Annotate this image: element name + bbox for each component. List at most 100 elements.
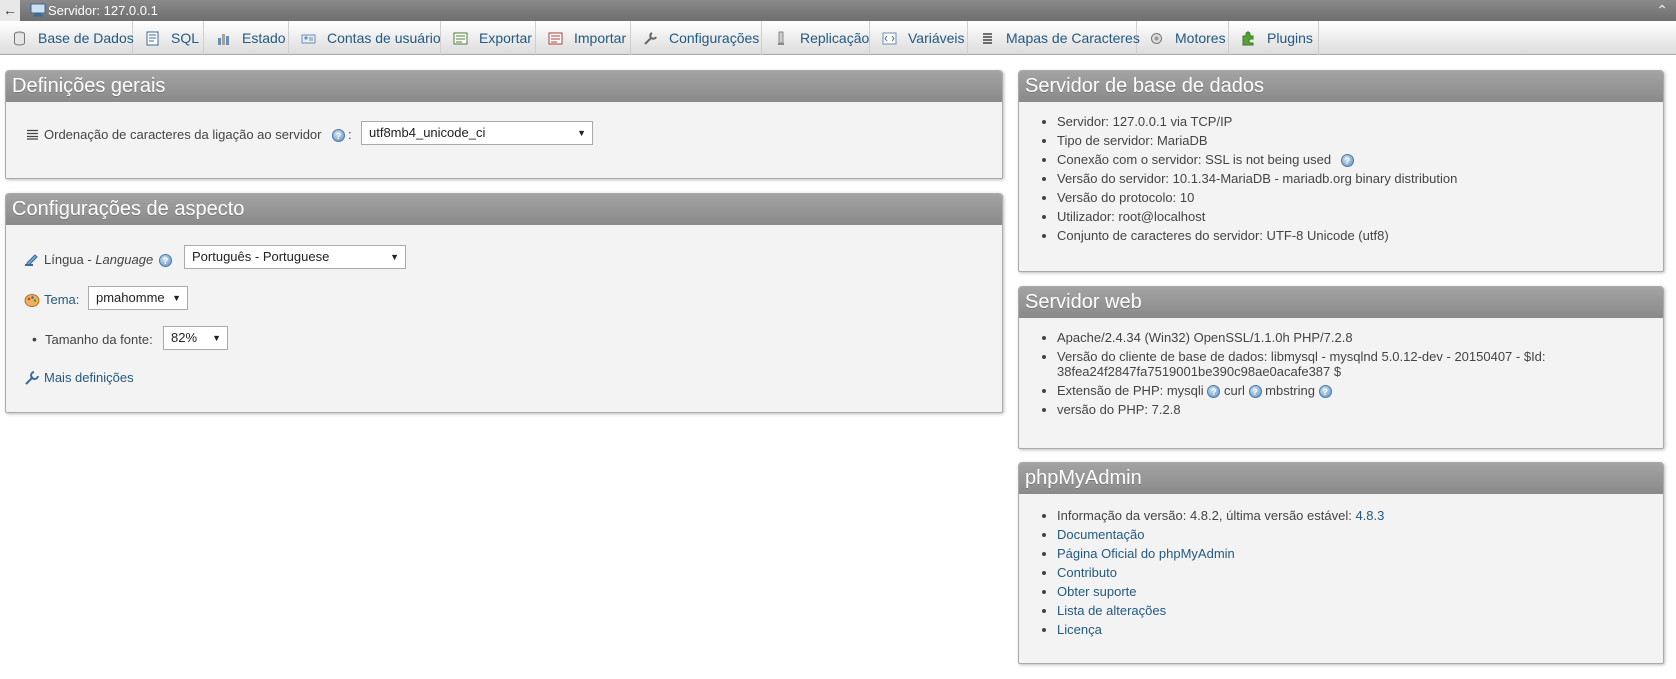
list-item: Versão do servidor: 10.1.34-MariaDB - ma…	[1057, 169, 1663, 188]
font-size-select[interactable]: 82% ▼	[163, 326, 228, 350]
support-link[interactable]: Obter suporte	[1057, 584, 1137, 599]
list-item: Conexão com o servidor: SSL is not being…	[1057, 150, 1663, 169]
tab-label: Importar	[574, 30, 627, 46]
list-item: Utilizador: root@localhost	[1057, 207, 1663, 226]
server-breadcrumb-bar: ← Servidor: 127.0.0.1 ⌃	[0, 0, 1676, 21]
panel-title: Servidor de base de dados	[1019, 71, 1663, 102]
tab-databases[interactable]: Base de Dados	[0, 21, 134, 55]
phpmyadmin-panel: phpMyAdmin Informação da versão: 4.8.2, …	[1018, 462, 1664, 664]
plugin-icon	[1242, 31, 1254, 46]
documentation-link[interactable]: Documentação	[1057, 527, 1144, 542]
language-select-value: Português - Portuguese	[192, 249, 330, 264]
help-icon[interactable]: ?	[1248, 385, 1262, 399]
main-tab-bar: Base de Dados SQL Estado Contas de usuár…	[0, 21, 1676, 55]
latest-version-link[interactable]: 4.8.3	[1355, 508, 1384, 523]
import-icon	[548, 32, 563, 45]
tab-label: Exportar	[479, 30, 532, 46]
users-icon	[301, 34, 316, 44]
database-server-info-list: Servidor: 127.0.0.1 via TCP/IP Tipo de s…	[1019, 112, 1663, 245]
theme-select[interactable]: pmahomme ▼	[88, 286, 188, 310]
language-select[interactable]: Português - Portuguese ▼	[184, 245, 406, 269]
charset-icon	[983, 33, 992, 44]
back-arrow-icon[interactable]: ←	[0, 0, 20, 21]
chevron-down-icon: ▼	[172, 293, 181, 303]
list-item: Contributo	[1057, 563, 1663, 582]
theme-select-value: pmahomme	[96, 290, 165, 305]
tab-settings[interactable]: Configurações	[631, 21, 762, 55]
collation-select[interactable]: utf8mb4_unicode_ci ▼	[361, 121, 593, 145]
list-item: Conjunto de caracteres do servidor: UTF-…	[1057, 226, 1663, 245]
tab-plugins[interactable]: Plugins	[1229, 21, 1319, 55]
theme-palette-icon	[24, 294, 40, 307]
phpmyadmin-info-list: Informação da versão: 4.8.2, última vers…	[1019, 506, 1663, 639]
tab-import[interactable]: Importar	[536, 21, 631, 55]
tab-label: Motores	[1175, 30, 1226, 46]
panel-title: Definições gerais	[6, 71, 1002, 102]
database-icon	[14, 31, 25, 46]
web-server-panel: Servidor web Apache/2.4.34 (Win32) OpenS…	[1018, 286, 1664, 449]
changelog-link[interactable]: Lista de alterações	[1057, 603, 1166, 618]
help-icon[interactable]: ?	[1318, 385, 1332, 399]
chevron-down-icon: ▼	[577, 128, 586, 138]
tab-label: Replicação	[800, 30, 870, 46]
sql-icon	[146, 31, 159, 46]
tab-label: Configurações	[669, 30, 760, 46]
status-icon	[218, 34, 229, 45]
help-icon[interactable]: ?	[332, 129, 345, 142]
list-item: Lista de alterações	[1057, 601, 1663, 620]
server-title[interactable]: Servidor: 127.0.0.1	[48, 2, 158, 19]
server-icon	[30, 3, 46, 17]
appearance-settings-panel: Configurações de aspecto Língua - Langua…	[5, 193, 1003, 413]
tab-export[interactable]: Exportar	[441, 21, 536, 55]
list-item: Página Oficial do phpMyAdmin	[1057, 544, 1663, 563]
tab-label: Base de Dados	[38, 30, 134, 46]
license-link[interactable]: Licença	[1057, 622, 1102, 637]
contribute-link[interactable]: Contributo	[1057, 565, 1117, 580]
list-item: Servidor: 127.0.0.1 via TCP/IP	[1057, 112, 1663, 131]
tab-label: Plugins	[1267, 30, 1313, 46]
list-item: Documentação	[1057, 525, 1663, 544]
help-icon[interactable]: ?	[159, 254, 172, 267]
chevron-down-icon: ▼	[212, 333, 221, 343]
tab-charsets[interactable]: Mapas de Caracteres	[968, 21, 1140, 55]
engine-icon	[1151, 33, 1162, 44]
panel-title: Servidor web	[1019, 287, 1663, 318]
list-item: Obter suporte	[1057, 582, 1663, 601]
wrench-icon	[25, 371, 39, 385]
help-icon[interactable]: ?	[1340, 154, 1354, 168]
list-item: versão do PHP: 7.2.8	[1057, 400, 1663, 419]
list-item: Licença	[1057, 620, 1663, 639]
replication-icon	[778, 31, 784, 45]
collation-colon: :	[348, 127, 352, 142]
tab-label: Contas de usuário	[327, 30, 441, 46]
variables-icon	[882, 32, 897, 45]
list-item: Tipo de servidor: MariaDB	[1057, 131, 1663, 150]
language-label: Língua - Language	[44, 252, 154, 267]
official-page-link[interactable]: Página Oficial do phpMyAdmin	[1057, 546, 1235, 561]
tab-label: Mapas de Caracteres	[1006, 30, 1140, 46]
tab-label: Variáveis	[908, 30, 965, 46]
language-icon	[25, 254, 38, 266]
list-item: Extensão de PHP: mysqli ? curl ? mbstrin…	[1057, 381, 1663, 400]
tab-replication[interactable]: Replicação	[762, 21, 870, 55]
tab-sql[interactable]: SQL	[133, 21, 204, 55]
font-size-label: Tamanho da fonte:	[45, 332, 153, 347]
web-server-info-list: Apache/2.4.34 (Win32) OpenSSL/1.1.0h PHP…	[1019, 328, 1663, 419]
tab-status[interactable]: Estado	[204, 21, 289, 55]
export-icon	[453, 32, 468, 45]
tab-engines[interactable]: Motores	[1137, 21, 1229, 55]
help-icon[interactable]: ?	[1207, 385, 1221, 399]
collation-label: Ordenação de caracteres da ligação ao se…	[44, 127, 322, 142]
tab-user-accounts[interactable]: Contas de usuário	[289, 21, 441, 55]
list-item: Versão do cliente de base de dados: libm…	[1057, 347, 1663, 381]
general-settings-panel: Definições gerais Ordenação de caractere…	[5, 70, 1003, 179]
wrench-icon	[644, 32, 657, 45]
theme-link[interactable]: Tema:	[44, 292, 79, 307]
font-size-select-value: 82%	[171, 330, 198, 345]
tab-variables[interactable]: Variáveis	[870, 21, 968, 55]
collapse-icon[interactable]: ⌃	[1656, 1, 1668, 19]
tab-label: Estado	[242, 30, 286, 46]
panel-title: Configurações de aspecto	[6, 194, 1002, 225]
list-item: Versão do protocolo: 10	[1057, 188, 1663, 207]
more-settings-link[interactable]: Mais definições	[44, 370, 134, 385]
